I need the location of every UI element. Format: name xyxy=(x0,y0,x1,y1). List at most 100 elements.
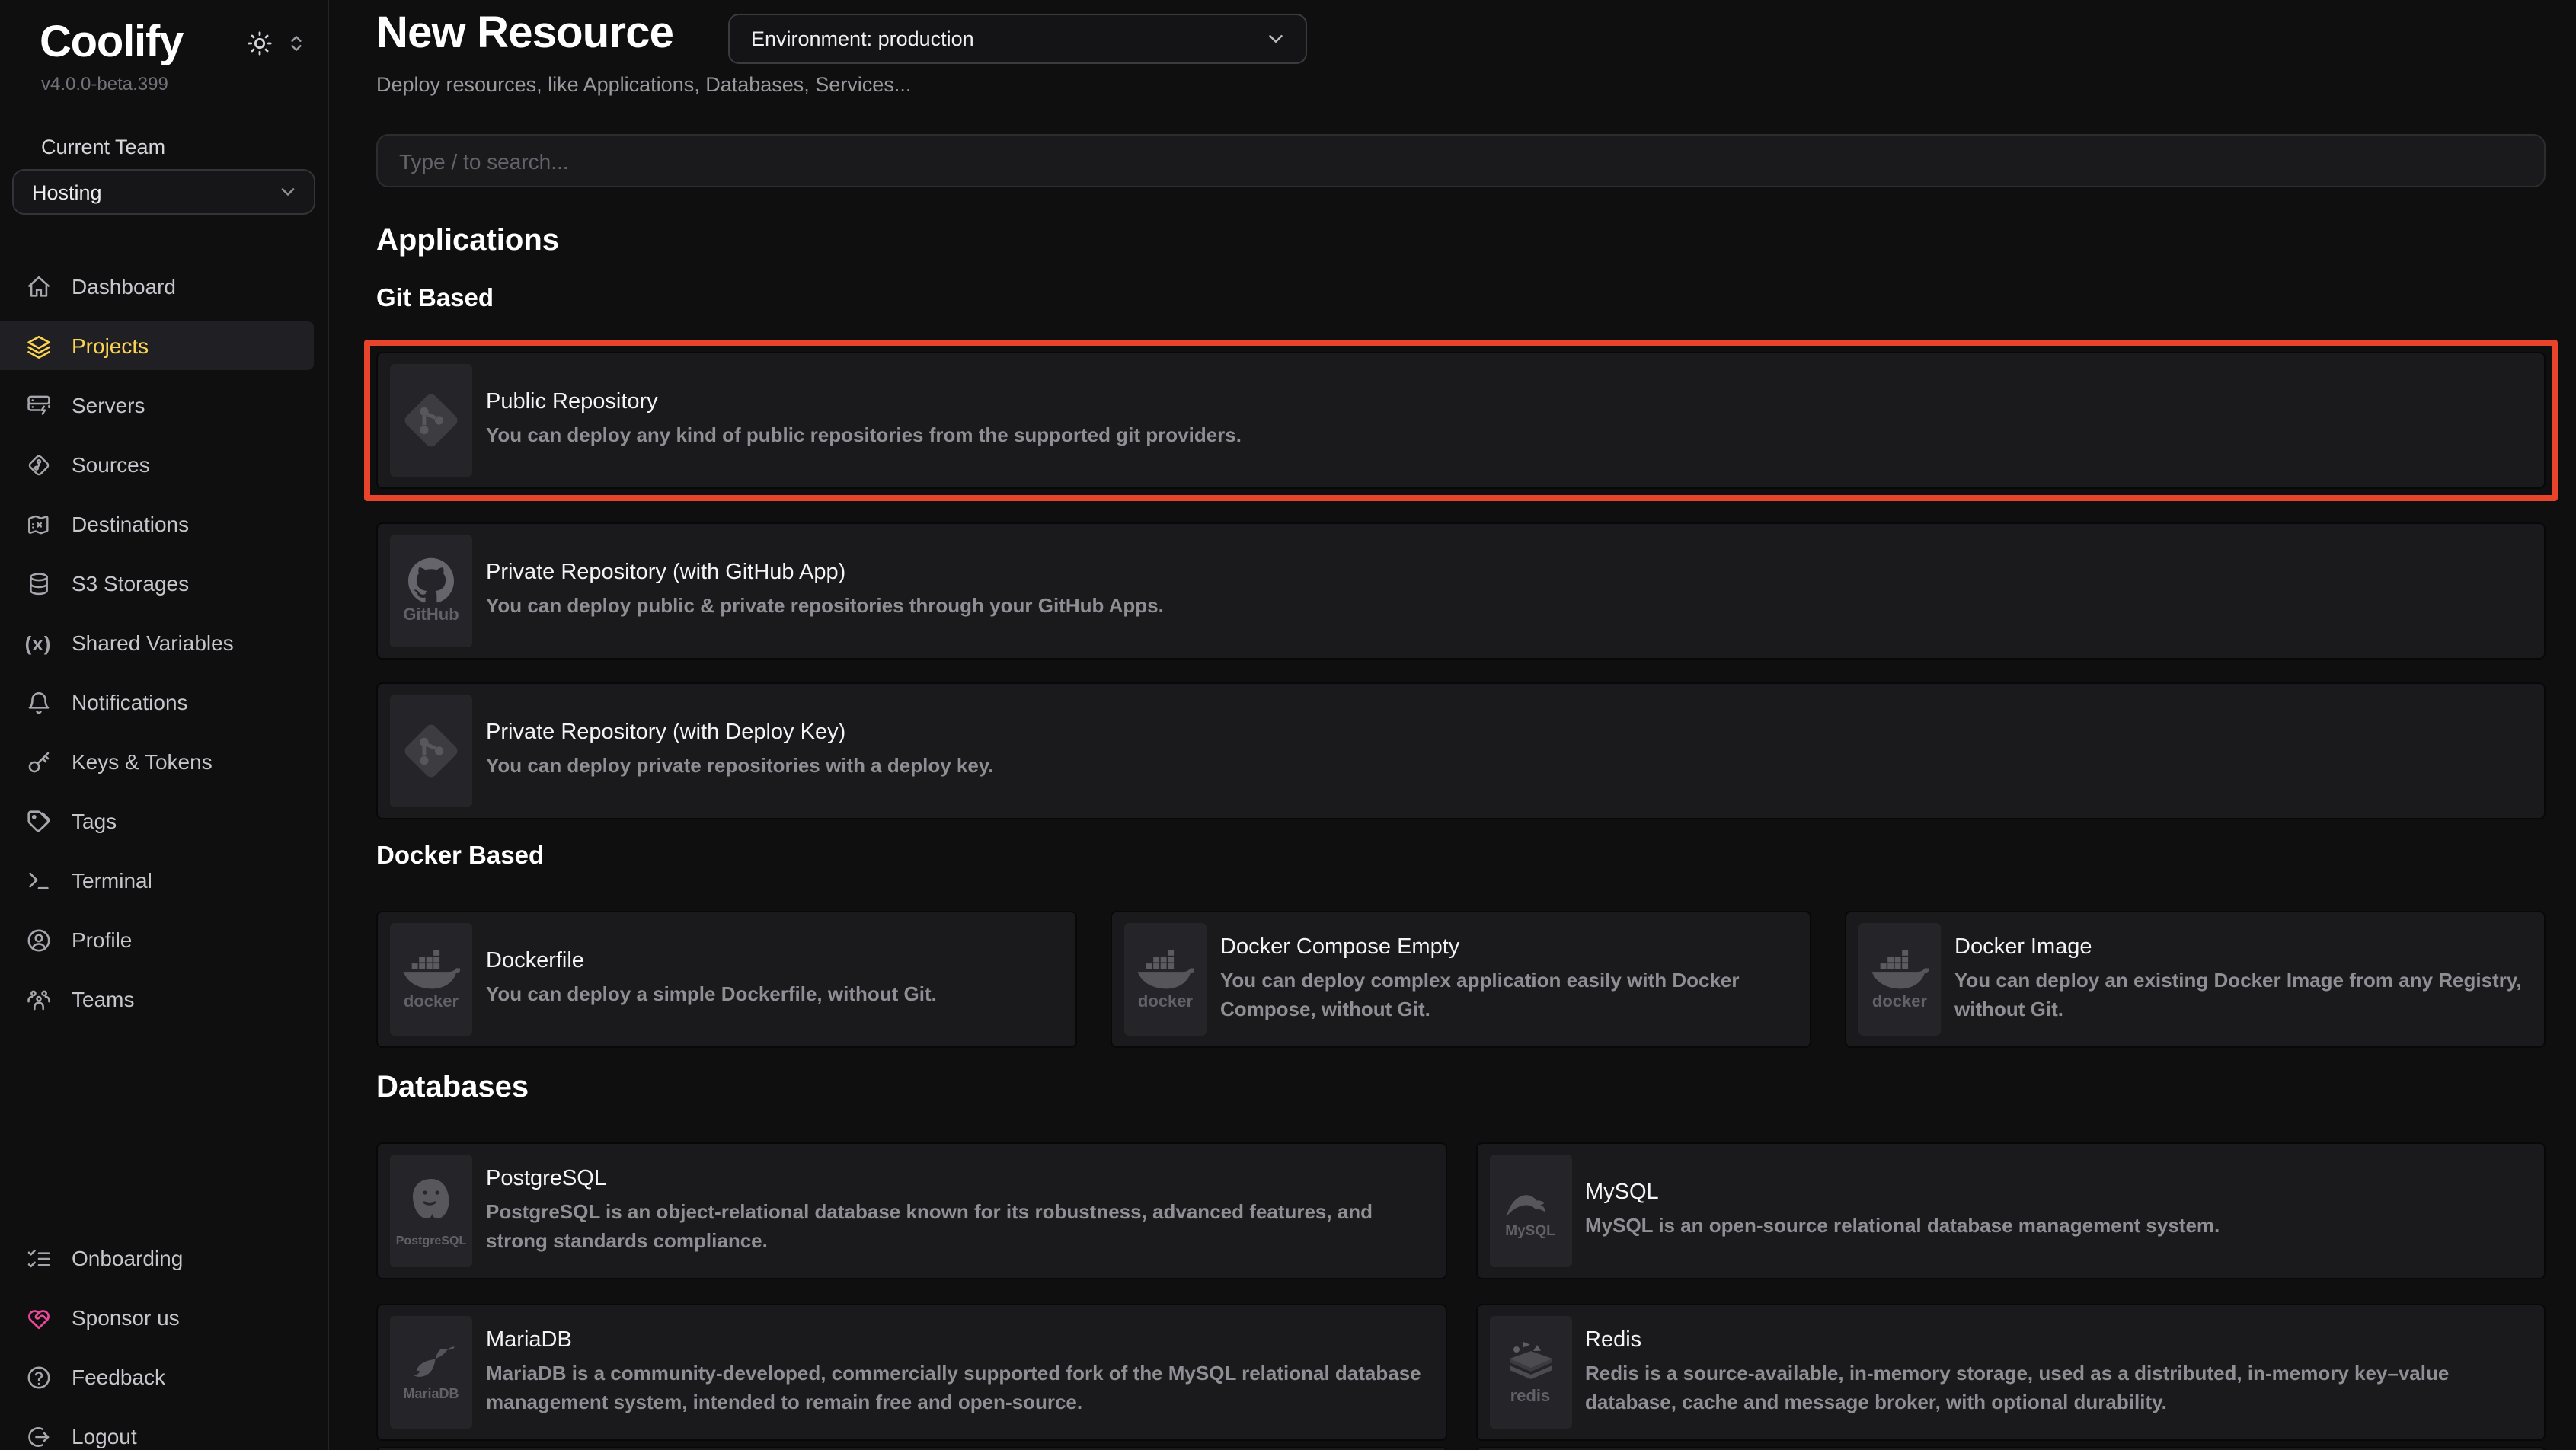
page-subtitle: Deploy resources, like Applications, Dat… xyxy=(376,73,911,96)
card-description: You can deploy complex application easil… xyxy=(1220,966,1788,1024)
search-input[interactable] xyxy=(376,134,2546,187)
sidebar-item-teams[interactable]: Teams xyxy=(0,975,314,1024)
card-description: MySQL is an open-source relational datab… xyxy=(1585,1212,2220,1241)
terminal-icon xyxy=(24,867,52,894)
card-description: You can deploy an existing Docker Image … xyxy=(1954,966,2523,1024)
variable-icon: (x) xyxy=(24,629,52,656)
sidebar-item-feedback[interactable]: Feedback xyxy=(0,1353,314,1401)
sidebar-item-logout[interactable]: Logout xyxy=(0,1412,314,1450)
redis-logo: redis xyxy=(1489,1316,1571,1429)
sun-icon xyxy=(247,30,273,56)
card-description: You can deploy a simple Dockerfile, with… xyxy=(486,981,937,1010)
sidebar-item-notifications[interactable]: Notifications xyxy=(0,678,314,727)
sidebar-item-dashboard[interactable]: Dashboard xyxy=(0,262,314,311)
card-description: Redis is a source-available, in-memory s… xyxy=(1585,1359,2523,1416)
next-row-cut-off xyxy=(376,1447,2546,1450)
current-team-label: Current Team xyxy=(0,136,328,158)
card-title: Dockerfile xyxy=(486,949,937,973)
docker-logo: docker xyxy=(1124,923,1207,1036)
card-description: You can deploy private repositories with… xyxy=(486,752,994,781)
main-content: New Resource Environment: production Dep… xyxy=(331,0,2576,1450)
sidebar-item-keys-tokens[interactable]: Keys & Tokens xyxy=(0,737,314,786)
sidebar-collapse-button[interactable] xyxy=(286,34,306,53)
users-icon xyxy=(24,985,52,1013)
git-source-icon xyxy=(24,451,52,478)
team-select[interactable]: Hosting xyxy=(12,169,315,215)
database-cards-grid: PostgreSQL PostgreSQL PostgreSQL is an o… xyxy=(376,1142,2546,1441)
card-docker-image[interactable]: docker Docker Image You can deploy an ex… xyxy=(1845,911,2546,1048)
sidebar-item-tags[interactable]: Tags xyxy=(0,797,314,845)
card-mariadb[interactable]: MariaDB MariaDB MariaDB is a community-d… xyxy=(376,1304,1446,1441)
card-mysql[interactable]: MySQL MySQL MySQL is an open-source rela… xyxy=(1475,1142,2546,1279)
card-title: MySQL xyxy=(1585,1180,2220,1205)
docker-wordmark: docker xyxy=(1138,994,1193,1011)
sidebar-footer: Onboarding Sponsor us Feedback Logout xyxy=(0,1234,328,1450)
card-title: Docker Compose Empty xyxy=(1220,934,1788,959)
sidebar-item-destinations[interactable]: Destinations xyxy=(0,500,314,548)
chevron-down-icon xyxy=(1264,27,1287,50)
tags-icon xyxy=(24,807,52,835)
card-title: Docker Image xyxy=(1954,934,2523,959)
cut-off-card xyxy=(376,1447,1446,1450)
database-icon xyxy=(24,570,52,597)
applications-heading: Applications xyxy=(376,224,559,259)
team-select-value: Hosting xyxy=(32,180,102,203)
sidebar-nav: Dashboard Projects Servers Sources Desti… xyxy=(0,262,328,1024)
git-logo xyxy=(390,364,472,477)
docker-wordmark: docker xyxy=(1872,994,1927,1011)
app-logo: Coolify xyxy=(40,18,183,69)
environment-select[interactable]: Environment: production xyxy=(728,14,1307,64)
docker-wordmark: docker xyxy=(404,994,459,1011)
postgresql-wordmark: PostgreSQL xyxy=(396,1234,466,1247)
page-title: New Resource xyxy=(376,9,673,59)
sidebar-item-projects[interactable]: Projects xyxy=(0,321,314,370)
sidebar: Coolify v4.0.0-beta.399 Current Team Hos… xyxy=(0,0,329,1450)
sidebar-item-sponsor-us[interactable]: Sponsor us xyxy=(0,1293,314,1342)
card-private-repository-github-app[interactable]: GitHub Private Repository (with GitHub A… xyxy=(376,522,2546,660)
card-private-repository-deploy-key[interactable]: Private Repository (with Deploy Key) You… xyxy=(376,682,2546,819)
card-title: Private Repository (with GitHub App) xyxy=(486,561,1164,585)
docker-logo: docker xyxy=(390,923,472,1036)
redis-wordmark: redis xyxy=(1510,1389,1551,1406)
mariadb-wordmark: MariaDB xyxy=(403,1388,459,1401)
chevrons-up-down-icon xyxy=(286,34,306,53)
card-public-repository[interactable]: Public Repository You can deploy any kin… xyxy=(376,352,2546,489)
git-based-heading: Git Based xyxy=(376,285,494,314)
card-description: You can deploy any kind of public reposi… xyxy=(486,422,1242,451)
sidebar-item-shared-variables[interactable]: (x) Shared Variables xyxy=(0,618,314,667)
user-circle-icon xyxy=(24,926,52,953)
sidebar-item-terminal[interactable]: Terminal xyxy=(0,856,314,905)
mariadb-logo: MariaDB xyxy=(390,1316,472,1429)
card-redis[interactable]: redis Redis Redis is a source-available,… xyxy=(1475,1304,2546,1441)
card-title: Public Repository xyxy=(486,390,1242,414)
cut-off-card xyxy=(1475,1447,2546,1450)
theme-toggle-button[interactable] xyxy=(247,30,273,56)
home-icon xyxy=(24,273,52,300)
card-description: PostgreSQL is an object-relational datab… xyxy=(486,1198,1424,1255)
layers-icon xyxy=(24,332,52,359)
card-postgresql[interactable]: PostgreSQL PostgreSQL PostgreSQL is an o… xyxy=(376,1142,1446,1279)
coolify-app: Coolify v4.0.0-beta.399 Current Team Hos… xyxy=(0,0,2576,1450)
list-checks-icon xyxy=(24,1244,52,1272)
mysql-logo: MySQL xyxy=(1489,1155,1571,1267)
sidebar-item-s3-storages[interactable]: S3 Storages xyxy=(0,559,314,608)
sidebar-item-sources[interactable]: Sources xyxy=(0,440,314,489)
sidebar-item-onboarding[interactable]: Onboarding xyxy=(0,1234,314,1282)
card-title: Redis xyxy=(1585,1327,2523,1352)
sidebar-item-servers[interactable]: Servers xyxy=(0,381,314,430)
map-icon xyxy=(24,510,52,538)
card-description: MariaDB is a community-developed, commer… xyxy=(486,1359,1424,1416)
sidebar-item-profile[interactable]: Profile xyxy=(0,915,314,964)
card-description: You can deploy public & private reposito… xyxy=(486,592,1164,621)
key-icon xyxy=(24,748,52,775)
help-circle-icon xyxy=(24,1363,52,1391)
card-dockerfile[interactable]: docker Dockerfile You can deploy a simpl… xyxy=(376,911,1077,1048)
card-title: Private Repository (with Deploy Key) xyxy=(486,720,994,745)
mysql-wordmark: MySQL xyxy=(1505,1225,1555,1239)
server-icon xyxy=(24,391,52,419)
databases-heading: Databases xyxy=(376,1071,529,1106)
chevron-down-icon xyxy=(277,181,299,203)
docker-cards-row: docker Dockerfile You can deploy a simpl… xyxy=(376,911,2546,1048)
logout-icon xyxy=(24,1423,52,1450)
card-docker-compose-empty[interactable]: docker Docker Compose Empty You can depl… xyxy=(1111,911,1811,1048)
